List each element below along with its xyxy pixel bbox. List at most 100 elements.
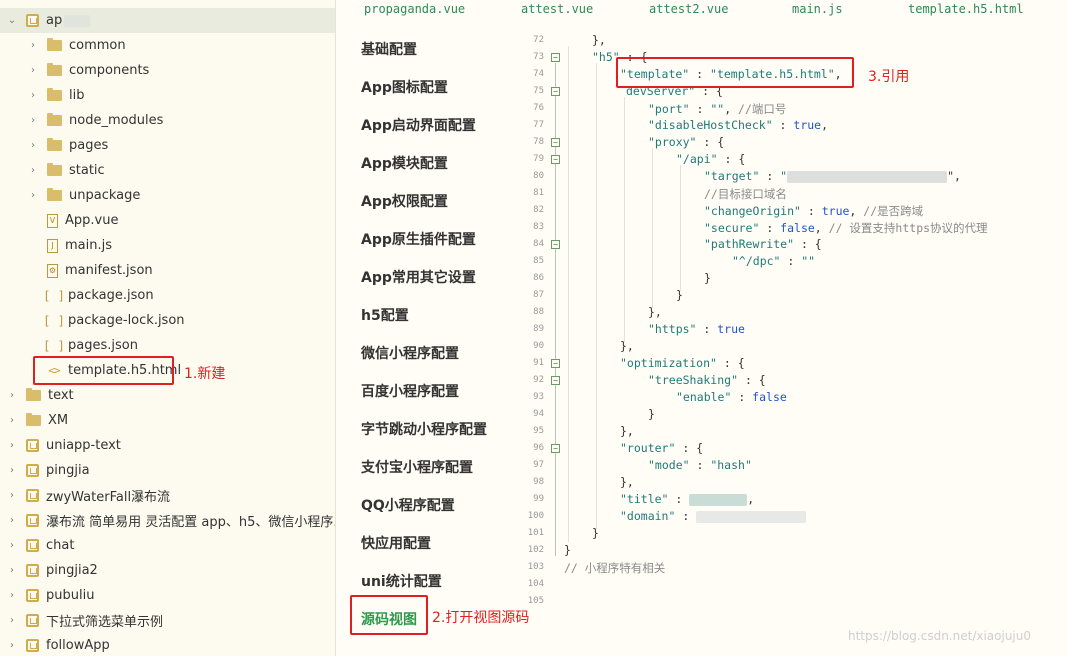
chevron-down-icon[interactable]: ⌄ (6, 15, 18, 26)
nav-basic-config[interactable]: 基础配置 (361, 39, 417, 59)
nav-uni-stat-config[interactable]: uni统计配置 (361, 571, 442, 591)
chevron-right-icon[interactable]: › (6, 640, 18, 651)
nav-baidu-mp-config[interactable]: 百度小程序配置 (361, 381, 459, 401)
nav-wechat-mp-config[interactable]: 微信小程序配置 (361, 343, 459, 363)
tree-item[interactable]: › text (0, 383, 335, 408)
fold-toggle-icon[interactable]: − (551, 376, 560, 385)
fold-toggle-icon[interactable]: − (551, 240, 560, 249)
code-line-101: } (592, 526, 599, 540)
tree-item[interactable]: [ ] package.json (0, 283, 335, 308)
fold-toggle-icon[interactable]: − (551, 53, 560, 62)
nav-app-permission-config[interactable]: App权限配置 (361, 191, 448, 211)
line-number: 72 (533, 35, 544, 45)
folder-icon (47, 63, 62, 76)
chevron-right-icon[interactable]: › (6, 540, 18, 551)
nav-app-module-config[interactable]: App模块配置 (361, 153, 448, 173)
tree-item[interactable]: › XM (0, 408, 335, 433)
chevron-right-icon[interactable]: › (27, 115, 39, 126)
tree-item[interactable]: › uniapp-text (0, 433, 335, 458)
tree-item-label: pingjia (46, 463, 90, 478)
indent-guide (652, 148, 653, 308)
project-icon (26, 639, 39, 652)
tree-item[interactable]: [ ] package-lock.json (0, 308, 335, 333)
chevron-right-icon[interactable]: › (27, 190, 39, 201)
tab-attest-vue[interactable]: attest.vue (521, 2, 593, 16)
chevron-right-icon[interactable]: › (6, 440, 18, 451)
nav-app-icon-config[interactable]: App图标配置 (361, 77, 448, 97)
tree-item[interactable]: › static (0, 158, 335, 183)
tree-item[interactable]: › unpackage (0, 183, 335, 208)
chevron-right-icon[interactable]: › (27, 40, 39, 51)
code-line-81: //目标接口域名 (704, 187, 787, 201)
nav-qq-mp-config[interactable]: QQ小程序配置 (361, 495, 455, 515)
folder-icon (47, 38, 62, 51)
nav-bytedance-mp-config[interactable]: 字节跳动小程序配置 (361, 419, 487, 439)
chevron-right-icon[interactable]: › (27, 65, 39, 76)
fold-toggle-icon[interactable]: − (551, 138, 560, 147)
chevron-right-icon[interactable]: › (6, 415, 18, 426)
tree-item[interactable]: [ ] pages.json (0, 333, 335, 358)
code-editor[interactable]: }, "h5" : { "template" : "template.h5.ht… (564, 22, 1067, 656)
tab-main-js[interactable]: main.js (792, 2, 843, 16)
chevron-right-icon[interactable]: › (6, 465, 18, 476)
tree-item[interactable]: ⌄ ap (0, 8, 335, 33)
chevron-right-icon[interactable]: › (6, 590, 18, 601)
tree-item[interactable]: › 下拉式筛选菜单示例 (0, 608, 335, 633)
tree-item[interactable]: › chat (0, 533, 335, 558)
nav-app-native-plugin-config[interactable]: App原生插件配置 (361, 229, 476, 249)
code-line-78: "proxy" : { (648, 135, 725, 149)
tree-item[interactable]: › pubuliu (0, 583, 335, 608)
tree-item[interactable]: › pingjia (0, 458, 335, 483)
tree-item[interactable]: ⚙ manifest.json (0, 258, 335, 283)
tree-item[interactable]: › 瀑布流 简单易用 灵活配置 app、h5、微信小程序... (0, 508, 335, 533)
line-number: 89 (533, 324, 544, 334)
tree-item[interactable]: V App.vue (0, 208, 335, 233)
line-number: 95 (533, 426, 544, 436)
tree-item[interactable]: › node_modules (0, 108, 335, 133)
line-number: 82 (533, 205, 544, 215)
nav-app-splash-config[interactable]: App启动界面配置 (361, 115, 476, 135)
chevron-right-icon[interactable]: › (6, 390, 18, 401)
chevron-right-icon[interactable]: › (6, 490, 18, 501)
line-number: 98 (533, 477, 544, 487)
fold-toggle-icon[interactable]: − (551, 444, 560, 453)
tab-template-h5-html[interactable]: template.h5.html (908, 2, 1024, 16)
tree-item[interactable]: › pages (0, 133, 335, 158)
tree-item[interactable]: Jmain.js (0, 233, 335, 258)
tab-attest2-vue[interactable]: attest2.vue (649, 2, 728, 16)
chevron-right-icon[interactable]: › (27, 165, 39, 176)
code-line-100: "domain" : (620, 509, 807, 523)
line-number: 103 (527, 562, 544, 572)
fold-toggle-icon[interactable]: − (551, 359, 560, 368)
chevron-right-icon[interactable]: › (27, 90, 39, 101)
tree-item-label: 下拉式筛选菜单示例 (46, 615, 164, 630)
line-number: 88 (533, 307, 544, 317)
fold-toggle-icon[interactable]: − (551, 155, 560, 164)
tree-item[interactable]: › common (0, 33, 335, 58)
tree-item[interactable]: › pingjia2 (0, 558, 335, 583)
nav-quickapp-config[interactable]: 快应用配置 (361, 533, 431, 553)
code-line-80: "target" : " ", (704, 169, 961, 183)
js-file-icon: J (47, 238, 58, 253)
chevron-right-icon[interactable]: › (6, 615, 18, 626)
project-icon (26, 464, 39, 477)
chevron-right-icon[interactable]: › (6, 515, 18, 526)
tree-item[interactable]: › components (0, 58, 335, 83)
redacted-title (689, 493, 748, 506)
chevron-right-icon[interactable]: › (27, 140, 39, 151)
fold-toggle-icon[interactable]: − (551, 87, 560, 96)
tab-propaganda-vue[interactable]: propaganda.vue (364, 2, 465, 16)
indent-guide (596, 63, 597, 529)
code-line-93: "enable" : false (676, 390, 787, 404)
code-line-103: // 小程序特有相关 (564, 561, 666, 575)
tree-item-label: node_modules (69, 113, 164, 128)
tree-item[interactable]: › zwyWaterFall瀑布流 (0, 483, 335, 508)
nav-h5-config[interactable]: h5配置 (361, 305, 409, 325)
nav-alipay-mp-config[interactable]: 支付宝小程序配置 (361, 457, 473, 477)
chevron-right-icon[interactable]: › (6, 565, 18, 576)
tree-item[interactable]: › followApp (0, 633, 335, 656)
tree-item-label: manifest.json (65, 263, 153, 278)
tree-item[interactable]: › lib (0, 83, 335, 108)
tree-item-label: text (48, 388, 74, 403)
nav-app-other-settings[interactable]: App常用其它设置 (361, 267, 476, 287)
